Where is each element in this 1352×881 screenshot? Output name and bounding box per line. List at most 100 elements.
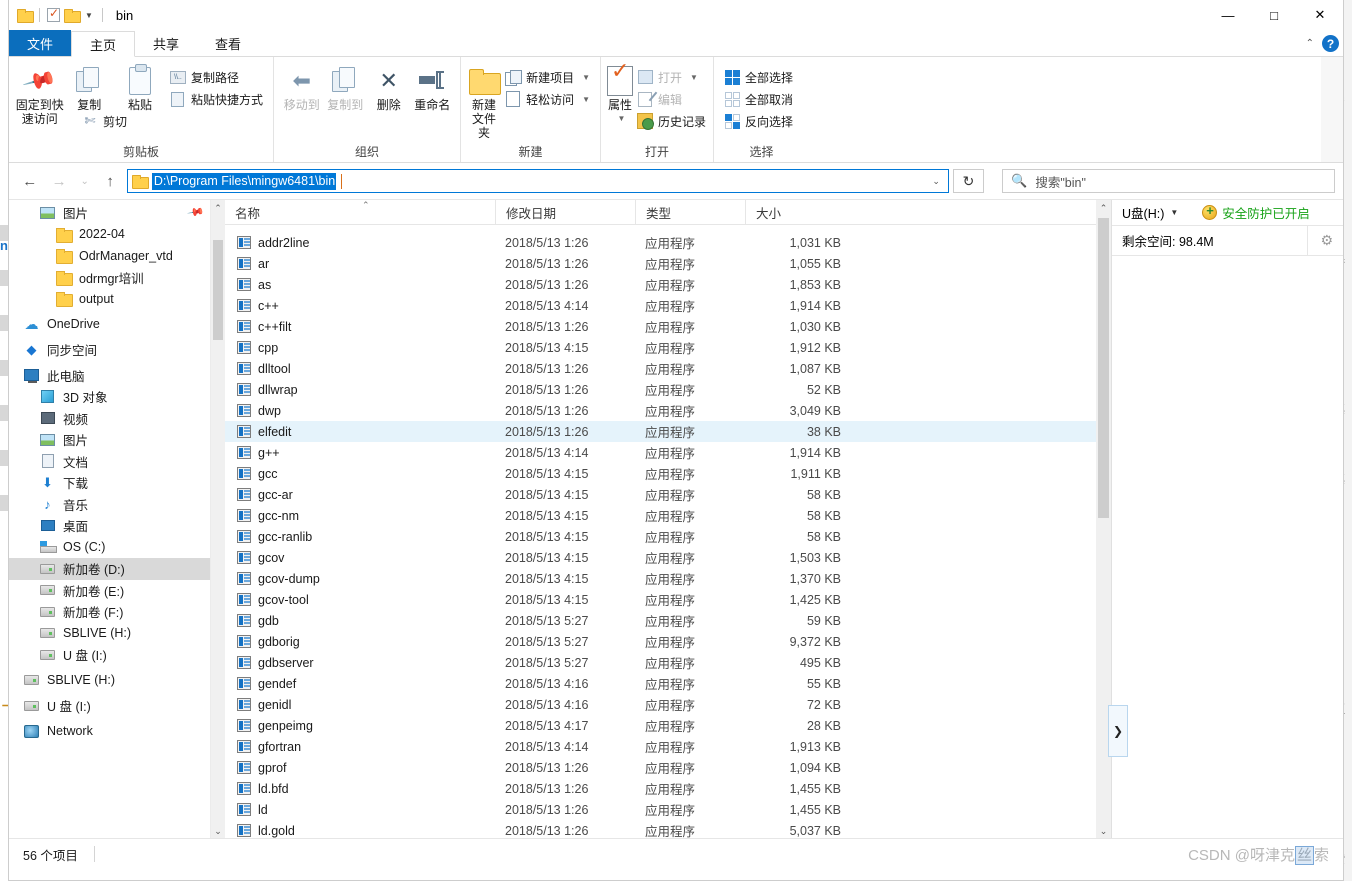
sidebar-item-8[interactable]: 3D 对象 <box>9 386 225 408</box>
sidebar-item-21[interactable]: SBLIVE (H:) <box>9 670 225 692</box>
table-row[interactable]: addr2line 2018/5/13 1:26 应用程序 1,031 KB <box>225 232 1111 253</box>
table-row[interactable]: gendef 2018/5/13 4:16 应用程序 55 KB <box>225 673 1111 694</box>
table-row[interactable]: dwp 2018/5/13 1:26 应用程序 3,049 KB <box>225 400 1111 421</box>
table-row[interactable]: gprof 2018/5/13 1:26 应用程序 1,094 KB <box>225 757 1111 778</box>
table-row[interactable]: gfortran 2018/5/13 4:14 应用程序 1,913 KB <box>225 736 1111 757</box>
cut-button[interactable]: ✄ 剪切 <box>78 110 267 132</box>
table-row[interactable]: ld.gold 2018/5/13 1:26 应用程序 5,037 KB <box>225 820 1111 838</box>
gear-icon[interactable]: ⚙ <box>1320 232 1333 249</box>
address-input[interactable]: D:\Program Files\mingw6481\bin ⌄ <box>126 169 949 193</box>
column-header-date[interactable]: 修改日期 <box>495 200 635 225</box>
refresh-button[interactable]: ↻ <box>952 169 985 193</box>
easy-access-button[interactable]: 轻松访问 ▼ <box>501 88 594 110</box>
maximize-button[interactable]: □ <box>1251 0 1297 30</box>
nav-scroll-thumb[interactable] <box>213 240 223 340</box>
table-row[interactable]: gcov-tool 2018/5/13 4:15 应用程序 1,425 KB <box>225 589 1111 610</box>
back-button[interactable]: ← <box>17 168 42 194</box>
tab-home[interactable]: 主页 <box>71 31 136 57</box>
column-header-name[interactable]: 名称 <box>225 200 495 225</box>
sidebar-item-0[interactable]: 图片 📌 <box>9 202 225 224</box>
table-row[interactable]: dllwrap 2018/5/13 1:26 应用程序 52 KB <box>225 379 1111 400</box>
usb-drive-selector[interactable]: U盘(H:) ▼ 安全防护已开启 <box>1112 200 1343 226</box>
easy-access-chevron-down-icon[interactable]: ▼ <box>582 95 590 104</box>
sidebar-item-20[interactable]: U 盘 (I:) <box>9 644 225 666</box>
paste-shortcut-button[interactable]: 粘贴快捷方式 <box>166 88 267 110</box>
sidebar-item-4[interactable]: output <box>9 288 225 310</box>
move-to-button[interactable]: ⬅ 移动到 <box>280 62 324 113</box>
sidebar-item-17[interactable]: 新加卷 (E:) <box>9 580 225 602</box>
up-button[interactable]: ↑ <box>97 168 122 194</box>
sidebar-item-18[interactable]: 新加卷 (F:) <box>9 601 225 623</box>
sidebar-item-7[interactable]: 此电脑 <box>9 365 225 387</box>
new-folder-button[interactable]: 新建 文件夹 <box>467 62 502 140</box>
table-row[interactable]: gdborig 2018/5/13 5:27 应用程序 9,372 KB <box>225 631 1111 652</box>
sidebar-item-19[interactable]: SBLIVE (H:) <box>9 623 225 645</box>
folder-icon[interactable] <box>17 9 34 23</box>
qat-chevron-down-icon[interactable]: ▼ <box>83 11 95 20</box>
sidebar-item-5[interactable]: ☁ OneDrive <box>9 314 225 336</box>
table-row[interactable]: genpeimg 2018/5/13 4:17 应用程序 28 KB <box>225 715 1111 736</box>
table-row[interactable]: dlltool 2018/5/13 1:26 应用程序 1,087 KB <box>225 358 1111 379</box>
sidebar-item-6[interactable]: ◆ 同步空间 <box>9 339 225 361</box>
sidebar-item-2[interactable]: OdrManager_vtd <box>9 245 225 267</box>
sidebar-item-15[interactable]: OS (C:) <box>9 537 225 559</box>
sidebar-item-16[interactable]: 新加卷 (D:) <box>9 558 225 580</box>
table-row[interactable]: gcc 2018/5/13 4:15 应用程序 1,911 KB <box>225 463 1111 484</box>
collapse-ribbon-icon[interactable]: ⌃ <box>1306 38 1314 49</box>
column-header-size[interactable]: 大小 <box>745 200 855 225</box>
history-button[interactable]: 历史记录 <box>633 110 710 132</box>
copy-path-button[interactable]: \\.. 复制路径 <box>166 66 267 88</box>
new-item-chevron-down-icon[interactable]: ▼ <box>582 73 590 82</box>
sidebar-item-23[interactable]: Network <box>9 721 225 743</box>
file-scroll-thumb[interactable] <box>1098 218 1109 518</box>
sidebar-item-12[interactable]: ⬇ 下载 <box>9 472 225 494</box>
pin-to-quick-access-button[interactable]: 📌 固定到快 速访问 <box>15 62 64 126</box>
tab-share[interactable]: 共享 <box>135 30 198 56</box>
table-row[interactable]: gcov 2018/5/13 4:15 应用程序 1,503 KB <box>225 547 1111 568</box>
table-row[interactable]: gdbserver 2018/5/13 5:27 应用程序 495 KB <box>225 652 1111 673</box>
table-row[interactable]: g++ 2018/5/13 4:14 应用程序 1,914 KB <box>225 442 1111 463</box>
nav-scrollbar[interactable]: ⌃ ⌄ <box>210 200 225 838</box>
select-all-button[interactable]: 全部选择 <box>720 66 797 88</box>
usb-chevron-down-icon[interactable]: ▼ <box>1170 208 1178 217</box>
sidebar-item-10[interactable]: 图片 <box>9 429 225 451</box>
preview-pane-expander[interactable]: ❯ <box>1108 705 1128 757</box>
table-row[interactable]: c++filt 2018/5/13 1:26 应用程序 1,030 KB <box>225 316 1111 337</box>
tab-file[interactable]: 文件 <box>9 30 72 56</box>
table-row[interactable]: ld 2018/5/13 1:26 应用程序 1,455 KB <box>225 799 1111 820</box>
new-folder-icon[interactable] <box>64 9 81 23</box>
delete-button[interactable]: ✕ 删除 <box>367 62 411 113</box>
table-row[interactable]: c++ 2018/5/13 4:14 应用程序 1,914 KB <box>225 295 1111 316</box>
table-row[interactable]: ld.bfd 2018/5/13 1:26 应用程序 1,455 KB <box>225 778 1111 799</box>
table-row[interactable]: gcc-ranlib 2018/5/13 4:15 应用程序 58 KB <box>225 526 1111 547</box>
table-row[interactable]: cpp 2018/5/13 4:15 应用程序 1,912 KB <box>225 337 1111 358</box>
nav-scroll-down-icon[interactable]: ⌄ <box>211 823 225 838</box>
address-chevron-down-icon[interactable]: ⌄ <box>932 176 944 187</box>
search-input[interactable]: 🔍 搜索"bin" <box>1002 169 1335 193</box>
invert-selection-button[interactable]: 反向选择 <box>720 110 797 132</box>
copy-to-button[interactable]: 复制到 <box>324 62 368 112</box>
sidebar-item-9[interactable]: 视频 <box>9 408 225 430</box>
new-item-button[interactable]: 新建项目 ▼ <box>501 66 594 88</box>
sidebar-item-13[interactable]: ♪ 音乐 <box>9 494 225 516</box>
help-icon[interactable]: ? <box>1322 35 1339 52</box>
copy-button[interactable]: 复制 <box>64 62 113 112</box>
file-scroll-up-icon[interactable]: ⌃ <box>1096 200 1111 216</box>
recent-locations-button[interactable]: ⌄ <box>76 168 94 194</box>
tab-view[interactable]: 查看 <box>197 30 260 56</box>
pin-icon[interactable]: 📌 <box>187 203 206 222</box>
table-row[interactable]: elfedit 2018/5/13 1:26 应用程序 38 KB <box>225 421 1111 442</box>
forward-button[interactable]: → <box>46 168 71 194</box>
table-row[interactable]: ar 2018/5/13 1:26 应用程序 1,055 KB <box>225 253 1111 274</box>
properties-button[interactable]: 属性 ▼ <box>607 62 633 126</box>
table-row[interactable]: gcov-dump 2018/5/13 4:15 应用程序 1,370 KB <box>225 568 1111 589</box>
column-header-type[interactable]: 类型 <box>635 200 745 225</box>
table-row[interactable]: gcc-ar 2018/5/13 4:15 应用程序 58 KB <box>225 484 1111 505</box>
select-none-button[interactable]: 全部取消 <box>720 88 797 110</box>
properties-icon[interactable] <box>47 6 60 22</box>
table-row[interactable]: gcc-nm 2018/5/13 4:15 应用程序 58 KB <box>225 505 1111 526</box>
table-row[interactable]: as 2018/5/13 1:26 应用程序 1,853 KB <box>225 274 1111 295</box>
open-button[interactable]: 打开 ▼ <box>633 66 710 88</box>
nav-scroll-up-icon[interactable]: ⌃ <box>211 200 225 216</box>
rename-button[interactable]: 重命名 <box>411 62 455 112</box>
